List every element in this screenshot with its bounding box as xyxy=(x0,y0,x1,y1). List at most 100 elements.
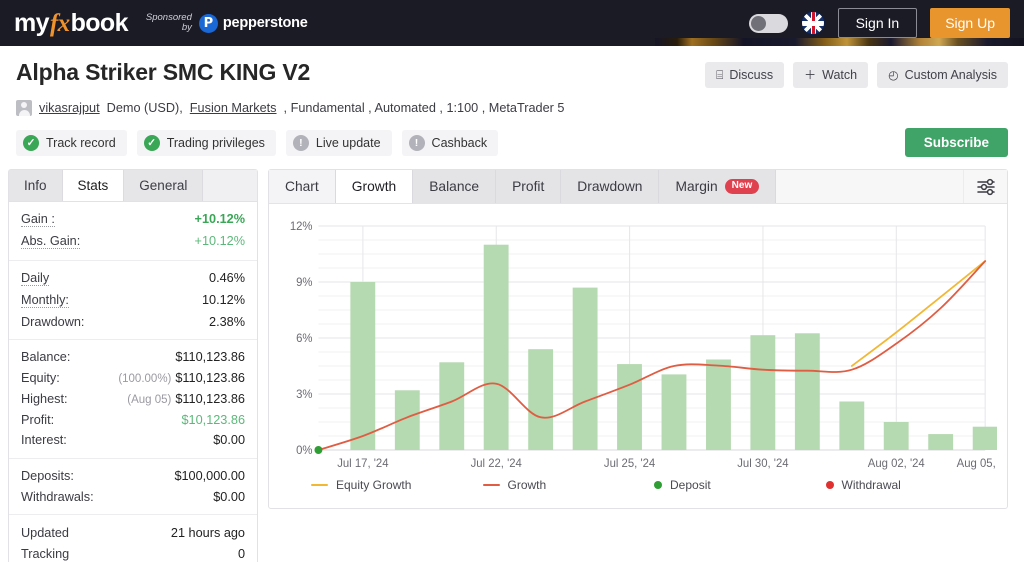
growth-chart-plot[interactable]: 0% 3% 6% 9% 12% Jul 17, '24 Jul 22, '24 Jul 25,… xyxy=(277,212,1014,474)
stat-label[interactable]: Daily xyxy=(21,271,50,286)
stat-row: Profit: $10,123.86 xyxy=(21,409,245,430)
legend-label: Withdrawal xyxy=(841,478,901,492)
stat-value: 10.12% xyxy=(201,292,245,307)
badge-track-record[interactable]: ✓ Track record xyxy=(16,129,127,156)
chart-bar[interactable] xyxy=(572,287,598,450)
sign-up-button[interactable]: Sign Up xyxy=(930,8,1010,38)
stat-value: 21 hours ago xyxy=(170,525,245,540)
stats-group: Deposits: $100,000.00 Withdrawals: $0.00 xyxy=(9,457,257,515)
by-label: by xyxy=(181,22,192,33)
growth-chart-svg[interactable]: 0% 3% 6% 9% 12% Jul 17, '24 Jul 22, '24 Jul 25,… xyxy=(277,212,1014,474)
stat-label: Tracking xyxy=(21,546,70,561)
check-circle-icon: ✓ xyxy=(143,134,160,151)
badge-live-update[interactable]: ! Live update xyxy=(285,129,392,156)
user-avatar-icon xyxy=(16,100,32,116)
legend-line-swatch xyxy=(482,483,500,487)
stats-panel: Info Stats General Gain : +10.12% Abs. Gain:… xyxy=(8,169,258,562)
stat-row: Drawdown: 2.38% xyxy=(21,311,245,332)
y-axis-tick-label: 9% xyxy=(296,277,312,289)
chart-tab-balance[interactable]: Balance xyxy=(413,170,497,203)
stats-group: Balance: $110,123.86 Equity: (100.00%) $110,… xyxy=(9,338,257,458)
topbar-right-controls: Sign In Sign Up xyxy=(748,8,1010,38)
subscribe-button[interactable]: Subscribe xyxy=(904,128,1008,157)
account-details-text: , Fundamental , Automated , 1:100 , Meta… xyxy=(283,101,565,115)
stat-label: Equity: xyxy=(21,371,60,386)
x-axis-tick-label: Jul 22, '24 xyxy=(471,458,523,470)
profile-title-row: Alpha Striker SMC KING V2 ⌸ Discuss ＋ Wa… xyxy=(16,59,1008,88)
stats-tab-general[interactable]: General xyxy=(124,170,204,201)
chart-bar[interactable] xyxy=(794,333,820,450)
chart-bar[interactable] xyxy=(439,362,465,450)
watch-button[interactable]: ＋ Watch xyxy=(793,62,869,88)
chart-tab-profit[interactable]: Profit xyxy=(496,170,562,203)
stat-label: Interest: xyxy=(21,433,67,448)
chart-line-equity-growth[interactable] xyxy=(850,260,987,367)
chart-panel: Chart Growth Balance Profit Drawdown Margin Ne… xyxy=(268,169,1014,509)
stat-label[interactable]: Abs. Gain: xyxy=(21,234,81,250)
broker-link[interactable]: Fusion Markets xyxy=(190,101,277,115)
exclamation-circle-icon: ! xyxy=(408,134,425,151)
chart-bar[interactable] xyxy=(706,359,731,451)
stat-value: 0.46% xyxy=(209,270,245,285)
chart-bar[interactable] xyxy=(883,422,909,450)
check-circle-icon: ✓ xyxy=(23,134,39,151)
profile-action-buttons: ⌸ Discuss ＋ Watch ◴ Custom Analysis xyxy=(705,59,1008,88)
chart-bar[interactable] xyxy=(839,401,865,451)
custom-analysis-button[interactable]: ◴ Custom Analysis xyxy=(877,62,1008,88)
dark-mode-toggle[interactable] xyxy=(748,13,788,33)
legend-item-withdrawal[interactable]: Withdrawal xyxy=(825,478,998,492)
badge-cashback[interactable]: ! Cashback xyxy=(401,129,499,156)
chart-bar[interactable] xyxy=(972,426,998,450)
stat-row: Interest: $0.00 xyxy=(21,430,245,451)
promo-banner-strip[interactable] xyxy=(655,38,1024,46)
badge-cashback-label: Cashback xyxy=(431,135,488,150)
stats-tab-stats[interactable]: Stats xyxy=(62,170,125,201)
chart-tab-growth[interactable]: Growth xyxy=(335,170,414,203)
myfxbook-logo[interactable]: my fx book xyxy=(14,10,129,36)
chart-body: 0% 3% 6% 9% 12% Jul 17, '24 Jul 22, '24 Jul 25,… xyxy=(269,204,1014,508)
sponsor-block: Sponsored by P pepperstone xyxy=(146,13,308,33)
chart-bar[interactable] xyxy=(350,282,376,450)
chart-tab-label: Balance xyxy=(429,179,480,194)
legend-item-deposit[interactable]: Deposit xyxy=(654,478,826,492)
pepperstone-logo[interactable]: P pepperstone xyxy=(198,13,308,33)
chart-tab-drawdown[interactable]: Drawdown xyxy=(561,170,660,203)
chart-bar[interactable] xyxy=(483,244,509,450)
stats-panel-tabs: Info Stats General xyxy=(9,170,257,202)
stat-row: Equity: (100.00%) $110,123.86 xyxy=(21,368,245,389)
legend-item-growth[interactable]: Growth xyxy=(482,478,655,492)
chart-marker-deposit[interactable] xyxy=(314,446,323,454)
chart-bar[interactable] xyxy=(617,364,642,450)
stat-value: $0.00 xyxy=(213,433,245,448)
stat-label: Updated xyxy=(21,525,69,540)
stat-value: +10.12% xyxy=(194,234,245,249)
chart-bar[interactable] xyxy=(928,434,954,450)
chart-tab-chart[interactable]: Chart xyxy=(269,170,336,203)
stats-tab-info[interactable]: Info xyxy=(9,170,63,201)
chart-tabs-filler xyxy=(776,170,963,203)
stat-label: Profit: xyxy=(21,412,55,427)
stat-value: (Aug 05) $110,123.86 xyxy=(127,392,245,406)
stat-label: Deposits: xyxy=(21,469,74,484)
stats-list: Gain : +10.12% Abs. Gain: +10.12% Daily 0.46%… xyxy=(9,202,257,562)
username-link[interactable]: vikasrajput xyxy=(39,101,100,115)
uk-flag-icon[interactable] xyxy=(800,11,825,35)
x-axis-tick-label: Jul 25, '24 xyxy=(604,458,656,470)
stat-label[interactable]: Monthly: xyxy=(21,293,69,308)
legend-dot-swatch xyxy=(825,481,834,489)
chart-tab-margin[interactable]: Margin New xyxy=(659,170,777,203)
stat-row: Withdrawals: $0.00 xyxy=(21,487,245,508)
chart-bar[interactable] xyxy=(661,374,687,450)
legend-item-equity-growth[interactable]: Equity Growth xyxy=(311,478,483,492)
chart-settings-sliders-icon[interactable] xyxy=(963,170,1007,203)
badge-trading-privileges[interactable]: ✓ Trading privileges xyxy=(136,129,276,156)
stat-row: Updated 21 hours ago xyxy=(21,522,245,543)
discuss-button[interactable]: ⌸ Discuss xyxy=(705,62,785,88)
stat-label[interactable]: Gain : xyxy=(21,212,55,228)
tabs-filler xyxy=(203,170,257,201)
chart-bar[interactable] xyxy=(528,349,554,450)
chart-bar[interactable] xyxy=(750,335,776,450)
stat-value: (100.00%) $110,123.86 xyxy=(118,371,245,385)
stat-row: Abs. Gain: +10.12% xyxy=(21,231,245,253)
sign-in-button[interactable]: Sign In xyxy=(837,8,918,38)
